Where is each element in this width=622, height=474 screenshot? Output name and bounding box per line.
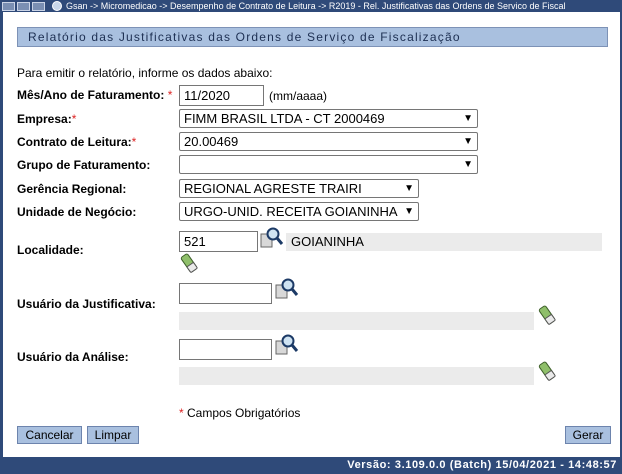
usuario-analise-input[interactable] [179, 339, 272, 360]
magnifier-icon[interactable] [275, 277, 299, 299]
localidade-code-input[interactable] [179, 231, 258, 252]
generate-button[interactable]: Gerar [565, 426, 611, 444]
usuario-analise-label: Usuário da Análise: [17, 350, 129, 364]
unidade-select[interactable]: URGO-UNID. RECEITA GOIANINHA ▼ [179, 202, 419, 221]
eraser-icon[interactable] [538, 305, 556, 325]
chevron-down-icon: ▼ [463, 159, 473, 170]
window-tabs [2, 2, 45, 11]
contrato-select[interactable]: 20.00469 ▼ [179, 132, 478, 151]
version-status-bar: Versão: 3.109.0.0 (Batch) 15/04/2021 - 1… [0, 457, 622, 474]
chevron-down-icon: ▼ [404, 183, 414, 194]
top-navigation-bar: Gsan -> Micromedicao -> Desempenho de Co… [0, 0, 622, 12]
chevron-down-icon: ▼ [402, 203, 414, 220]
tab-3[interactable] [32, 2, 45, 11]
grupo-select[interactable]: ▼ [179, 155, 478, 174]
left-border [0, 12, 3, 460]
usuario-justificativa-name-field [179, 312, 534, 330]
eraser-icon[interactable] [180, 253, 198, 273]
magnifier-icon[interactable] [260, 226, 284, 248]
eraser-icon[interactable] [538, 361, 556, 381]
tab-1[interactable] [2, 2, 15, 11]
required-fields-note: * Campos Obrigatórios [179, 406, 301, 420]
mes-ano-label: Mês/Ano de Faturamento: * [17, 88, 173, 102]
chevron-down-icon: ▼ [463, 113, 473, 124]
localidade-name-field: GOIANINHA [286, 233, 602, 251]
cancel-button[interactable]: Cancelar [17, 426, 82, 444]
magnifier-icon[interactable] [275, 333, 299, 355]
localidade-label: Localidade: [17, 243, 84, 257]
unidade-label: Unidade de Negócio: [17, 205, 137, 219]
usuario-justificativa-input[interactable] [179, 283, 272, 304]
tab-2[interactable] [17, 2, 30, 11]
gerencia-label: Gerência Regional: [17, 182, 127, 196]
empresa-select[interactable]: FIMM BRASIL LTDA - CT 2000469 ▼ [179, 109, 478, 128]
contrato-label: Contrato de Leitura:* [17, 135, 137, 149]
chevron-down-icon: ▼ [463, 136, 473, 147]
breadcrumb: Gsan -> Micromedicao -> Desempenho de Co… [66, 1, 566, 11]
usuario-justificativa-label: Usuário da Justificativa: [17, 297, 156, 311]
gerencia-select[interactable]: REGIONAL AGRESTE TRAIRI ▼ [179, 179, 419, 198]
intro-text: Para emitir o relatório, informe os dado… [17, 66, 273, 80]
mes-ano-input[interactable] [179, 85, 264, 106]
page-title: Relatório das Justificativas das Ordens … [17, 27, 608, 47]
home-icon[interactable] [52, 1, 62, 11]
usuario-analise-name-field [179, 367, 534, 385]
mes-ano-hint: (mm/aaaa) [269, 89, 328, 103]
clear-button[interactable]: Limpar [87, 426, 139, 444]
grupo-label: Grupo de Faturamento: [17, 158, 151, 172]
empresa-label: Empresa:* [17, 112, 77, 126]
